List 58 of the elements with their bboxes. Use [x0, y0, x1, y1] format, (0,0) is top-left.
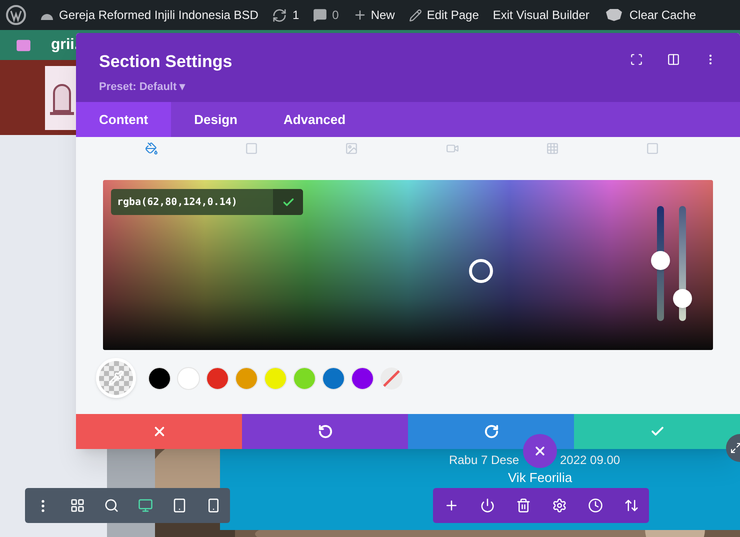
event-date: Rabu 7 Dese	[448, 452, 519, 469]
picker-cursor[interactable]	[469, 259, 493, 283]
color-tab-icon[interactable]	[144, 142, 158, 154]
plus-icon	[352, 8, 367, 22]
close-icon	[533, 444, 547, 458]
trash-icon[interactable]	[516, 498, 530, 513]
split-view-icon[interactable]	[667, 53, 680, 66]
comment-icon	[313, 8, 328, 22]
phone-icon[interactable]	[206, 498, 220, 513]
color-swatch[interactable]	[235, 366, 258, 390]
wordpress-logo-icon[interactable]	[6, 5, 26, 25]
settings-icon[interactable]	[552, 498, 566, 513]
color-swatch[interactable]	[351, 366, 374, 390]
eyedropper-icon	[108, 370, 124, 386]
expand-icon	[730, 442, 740, 454]
preset-dropdown[interactable]: Preset: Default ▾	[99, 78, 232, 95]
color-field[interactable]: rgba(62,80,124,0.14)	[103, 180, 713, 350]
updates-link[interactable]: 1	[272, 6, 300, 24]
check-icon	[282, 196, 294, 208]
save-button[interactable]	[574, 414, 740, 449]
site-name-link[interactable]: Gereja Reformed Injili Indonesia BSD	[40, 6, 258, 24]
apply-button[interactable]	[273, 189, 303, 215]
color-swatch[interactable]	[148, 366, 171, 390]
color-swatch[interactable]	[293, 366, 316, 390]
event-author: Vik Feorilia	[508, 469, 572, 487]
color-swatch[interactable]	[177, 366, 200, 390]
undo-icon	[318, 424, 332, 439]
modal-title: Section Settings	[99, 51, 232, 73]
nav-text: grii.	[51, 34, 79, 55]
sort-icon[interactable]	[624, 498, 638, 513]
edit-page-link[interactable]: Edit Page	[408, 6, 479, 24]
color-swatch[interactable]	[264, 366, 287, 390]
fullscreen-icon[interactable]	[630, 53, 643, 66]
search-icon[interactable]	[104, 498, 118, 513]
layout-icon[interactable]	[70, 498, 84, 513]
clear-cache-link[interactable]: Clear Cache	[605, 6, 696, 24]
color-swatch[interactable]	[206, 366, 229, 390]
slider-thumb[interactable]	[651, 251, 670, 270]
comments-link[interactable]: 0	[313, 6, 339, 24]
plus-icon[interactable]	[444, 498, 458, 513]
color-swatch[interactable]	[322, 366, 345, 390]
power-icon[interactable]	[480, 498, 494, 513]
desktop-icon[interactable]	[138, 498, 152, 513]
church-icon	[50, 81, 74, 115]
event-time: 2022 09.00	[560, 452, 620, 469]
slider-thumb[interactable]	[673, 289, 692, 308]
exit-builder-link[interactable]: Exit Visual Builder	[492, 6, 590, 24]
mail-icon	[16, 38, 31, 52]
clear-color-icon[interactable]	[380, 366, 403, 390]
pencil-icon	[408, 8, 422, 22]
settings-tab[interactable]: Content	[76, 102, 172, 137]
clock-icon[interactable]	[588, 498, 602, 513]
redo-icon	[484, 424, 498, 439]
updates-icon	[272, 8, 288, 22]
settings-tab[interactable]: Design	[171, 102, 260, 137]
new-link[interactable]: New	[352, 6, 395, 24]
tablet-icon[interactable]	[172, 498, 186, 513]
settings-tab[interactable]: Advanced	[260, 102, 369, 137]
